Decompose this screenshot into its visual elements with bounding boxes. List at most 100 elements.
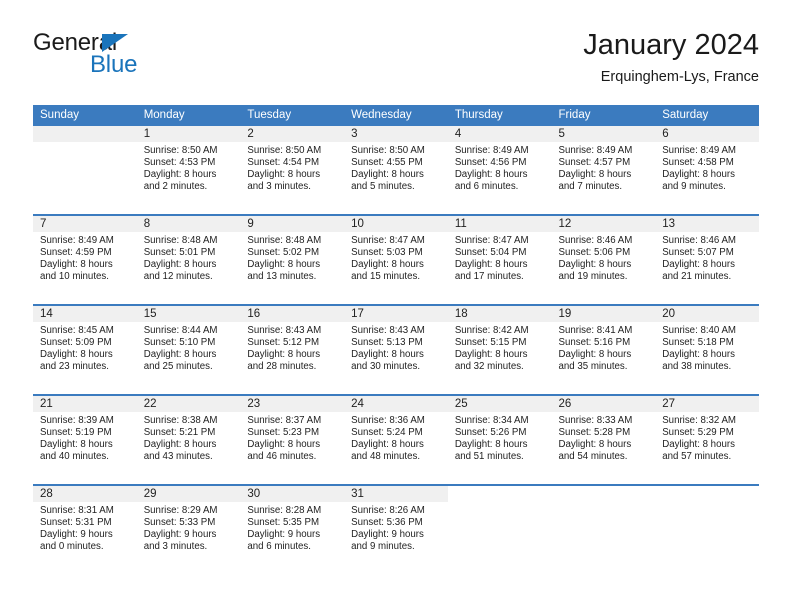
day-detail-line: Sunrise: 8:29 AM (143, 505, 218, 516)
day-cell-3[interactable]: 3 Sunrise: 8:50 AM Sunset: 4:55 PM Daylight… (344, 126, 448, 214)
day-details: Sunrise: 8:49 AM Sunset: 4:58 PM Daylight:… (655, 142, 759, 194)
day-detail-line: Sunrise: 8:48 AM (143, 235, 218, 246)
day-details: Sunrise: 8:47 AM Sunset: 5:03 PM Daylight:… (344, 232, 448, 284)
page-header: General Blue January 2024 Erquinghem-Lys… (33, 28, 759, 94)
day-detail-line: Sunset: 5:15 PM (454, 337, 527, 349)
day-detail-line: Sunrise: 8:37 AM (247, 415, 322, 426)
day-detail-line: Sunset: 4:56 PM (454, 157, 527, 169)
day-number: 12 (551, 216, 656, 232)
day-cell-25[interactable]: 25 Sunrise: 8:34 AM Sunset: 5:26 PM Dayligh… (447, 396, 552, 484)
day-cell-26[interactable]: 26 Sunrise: 8:33 AM Sunset: 5:28 PM Dayligh… (551, 396, 656, 484)
day-cell-22[interactable]: 22 Sunrise: 8:38 AM Sunset: 5:21 PM Dayligh… (136, 396, 241, 484)
day-cell-31[interactable]: 31 Sunrise: 8:26 AM Sunset: 5:36 PM Dayligh… (344, 486, 448, 574)
calendar-week-row: 28 Sunrise: 8:31 AM Sunset: 5:31 PM Dayligh… (33, 484, 759, 574)
calendar-cell (447, 484, 552, 574)
day-detail-line: Sunrise: 8:49 AM (454, 145, 529, 156)
day-detail-line: Daylight: 8 hours (558, 169, 632, 181)
day-details: Sunrise: 8:29 AM Sunset: 5:33 PM Daylight:… (137, 502, 241, 554)
day-detail-line: Sunset: 5:10 PM (143, 337, 216, 349)
day-cell-20[interactable]: 20 Sunrise: 8:40 AM Sunset: 5:18 PM Dayligh… (655, 306, 759, 394)
day-detail-line: Sunrise: 8:34 AM (454, 415, 529, 426)
day-details: Sunrise: 8:49 AM Sunset: 4:59 PM Daylight:… (33, 232, 137, 284)
day-cell-30[interactable]: 30 Sunrise: 8:28 AM Sunset: 5:35 PM Dayligh… (240, 486, 345, 574)
day-detail-line: and 10 minutes. (40, 271, 109, 283)
weekday-header-sunday: Sunday (33, 105, 137, 126)
day-cell-2[interactable]: 2 Sunrise: 8:50 AM Sunset: 4:54 PM Daylight… (240, 126, 345, 214)
day-number: 23 (240, 396, 345, 412)
day-detail-line: Sunset: 4:53 PM (143, 157, 216, 169)
day-number: 27 (655, 396, 759, 412)
day-cell-11[interactable]: 11 Sunrise: 8:47 AM Sunset: 5:04 PM Dayligh… (447, 216, 552, 304)
weekday-header-wednesday: Wednesday (344, 105, 448, 126)
day-number: 11 (447, 216, 552, 232)
calendar-cell: 10 Sunrise: 8:47 AM Sunset: 5:03 PM Dayligh… (344, 214, 448, 305)
day-detail-line: Daylight: 8 hours (558, 349, 632, 361)
day-details: Sunrise: 8:48 AM Sunset: 5:01 PM Daylight:… (137, 232, 241, 284)
day-cell-12[interactable]: 12 Sunrise: 8:46 AM Sunset: 5:06 PM Dayligh… (551, 216, 656, 304)
day-detail-line: Sunrise: 8:44 AM (143, 325, 218, 336)
day-detail-line: and 38 minutes. (662, 361, 732, 373)
day-cell-7[interactable]: 7 Sunrise: 8:49 AM Sunset: 4:59 PM Daylight… (33, 216, 137, 304)
day-cell-24[interactable]: 24 Sunrise: 8:36 AM Sunset: 5:24 PM Dayligh… (344, 396, 448, 484)
day-detail-line: Sunrise: 8:43 AM (351, 325, 425, 336)
day-detail-line: Sunset: 5:33 PM (143, 517, 216, 529)
page-subtitle: Erquinghem-Lys, France (600, 69, 759, 85)
day-cell-9[interactable]: 9 Sunrise: 8:48 AM Sunset: 5:02 PM Daylight… (240, 216, 345, 304)
day-detail-line: Sunset: 5:31 PM (40, 517, 112, 529)
day-cell-5[interactable]: 5 Sunrise: 8:49 AM Sunset: 4:57 PM Daylight… (551, 126, 656, 214)
day-detail-line: and 46 minutes. (247, 451, 317, 463)
day-cell-17[interactable]: 17 Sunrise: 8:43 AM Sunset: 5:13 PM Dayligh… (344, 306, 448, 394)
day-cell-14[interactable]: 14 Sunrise: 8:45 AM Sunset: 5:09 PM Dayligh… (33, 306, 137, 394)
calendar-cell: 6 Sunrise: 8:49 AM Sunset: 4:58 PM Daylight… (655, 126, 759, 215)
day-detail-line: and 15 minutes. (351, 271, 421, 283)
day-detail-line: and 2 minutes. (143, 181, 208, 193)
day-number: 1 (136, 126, 241, 142)
day-number: 17 (344, 306, 448, 322)
day-number: 13 (655, 216, 759, 232)
day-details: Sunrise: 8:38 AM Sunset: 5:21 PM Daylight:… (137, 412, 241, 464)
day-cell-19[interactable]: 19 Sunrise: 8:41 AM Sunset: 5:16 PM Dayligh… (551, 306, 656, 394)
day-cell-27[interactable]: 27 Sunrise: 8:32 AM Sunset: 5:29 PM Dayligh… (655, 396, 759, 484)
day-details: Sunrise: 8:42 AM Sunset: 5:15 PM Daylight:… (448, 322, 552, 374)
day-number: 5 (551, 126, 656, 142)
day-detail-line: Daylight: 8 hours (454, 439, 528, 451)
day-cell-8[interactable]: 8 Sunrise: 8:48 AM Sunset: 5:01 PM Daylight… (136, 216, 241, 304)
day-details: Sunrise: 8:44 AM Sunset: 5:10 PM Daylight:… (137, 322, 241, 374)
day-cell-15[interactable]: 15 Sunrise: 8:44 AM Sunset: 5:10 PM Dayligh… (136, 306, 241, 394)
day-detail-line: Daylight: 8 hours (454, 349, 528, 361)
day-cell-23[interactable]: 23 Sunrise: 8:37 AM Sunset: 5:23 PM Dayligh… (240, 396, 345, 484)
day-cell-6[interactable]: 6 Sunrise: 8:49 AM Sunset: 4:58 PM Daylight… (655, 126, 759, 214)
day-cell-16[interactable]: 16 Sunrise: 8:43 AM Sunset: 5:12 PM Dayligh… (240, 306, 345, 394)
day-cell-10[interactable]: 10 Sunrise: 8:47 AM Sunset: 5:03 PM Dayligh… (344, 216, 448, 304)
day-details: Sunrise: 8:36 AM Sunset: 5:24 PM Daylight:… (344, 412, 448, 464)
day-number: 8 (136, 216, 241, 232)
day-cell-4[interactable]: 4 Sunrise: 8:49 AM Sunset: 4:56 PM Daylight… (447, 126, 552, 214)
day-cell-13[interactable]: 13 Sunrise: 8:46 AM Sunset: 5:07 PM Dayligh… (655, 216, 759, 304)
day-detail-line: Sunrise: 8:33 AM (558, 415, 633, 426)
day-cell-18[interactable]: 18 Sunrise: 8:42 AM Sunset: 5:15 PM Dayligh… (447, 306, 552, 394)
calendar-cell: 4 Sunrise: 8:49 AM Sunset: 4:56 PM Daylight… (447, 126, 552, 215)
day-detail-line: Daylight: 8 hours (558, 259, 632, 271)
day-detail-line: Daylight: 8 hours (247, 439, 321, 451)
day-detail-line: Sunrise: 8:42 AM (454, 325, 529, 336)
day-detail-line: and 7 minutes. (558, 181, 623, 193)
day-details: Sunrise: 8:39 AM Sunset: 5:19 PM Daylight:… (33, 412, 137, 464)
day-cell-28[interactable]: 28 Sunrise: 8:31 AM Sunset: 5:31 PM Dayligh… (33, 486, 137, 574)
day-details: Sunrise: 8:47 AM Sunset: 5:04 PM Daylight:… (448, 232, 552, 284)
day-detail-line: Sunrise: 8:31 AM (40, 505, 114, 516)
day-detail-line: Sunrise: 8:36 AM (351, 415, 425, 426)
day-detail-line: Sunset: 5:19 PM (40, 427, 112, 439)
day-detail-line: and 43 minutes. (143, 451, 213, 463)
day-cell-29[interactable]: 29 Sunrise: 8:29 AM Sunset: 5:33 PM Dayligh… (136, 486, 241, 574)
day-number: 18 (447, 306, 552, 322)
calendar-cell: 1 Sunrise: 8:50 AM Sunset: 4:53 PM Daylight… (136, 126, 241, 215)
day-cell-1[interactable]: 1 Sunrise: 8:50 AM Sunset: 4:53 PM Daylight… (136, 126, 241, 214)
day-number (655, 486, 759, 502)
calendar-page: General Blue January 2024 Erquinghem-Lys… (0, 0, 792, 612)
day-detail-line: Daylight: 8 hours (143, 259, 217, 271)
day-detail-line: Sunset: 5:12 PM (247, 337, 320, 349)
calendar-week-row: 14 Sunrise: 8:45 AM Sunset: 5:09 PM Dayligh… (33, 304, 759, 395)
calendar-cell: 14 Sunrise: 8:45 AM Sunset: 5:09 PM Dayligh… (33, 304, 137, 395)
day-cell-21[interactable]: 21 Sunrise: 8:39 AM Sunset: 5:19 PM Dayligh… (33, 396, 137, 484)
weekday-header-friday: Friday (551, 105, 656, 126)
